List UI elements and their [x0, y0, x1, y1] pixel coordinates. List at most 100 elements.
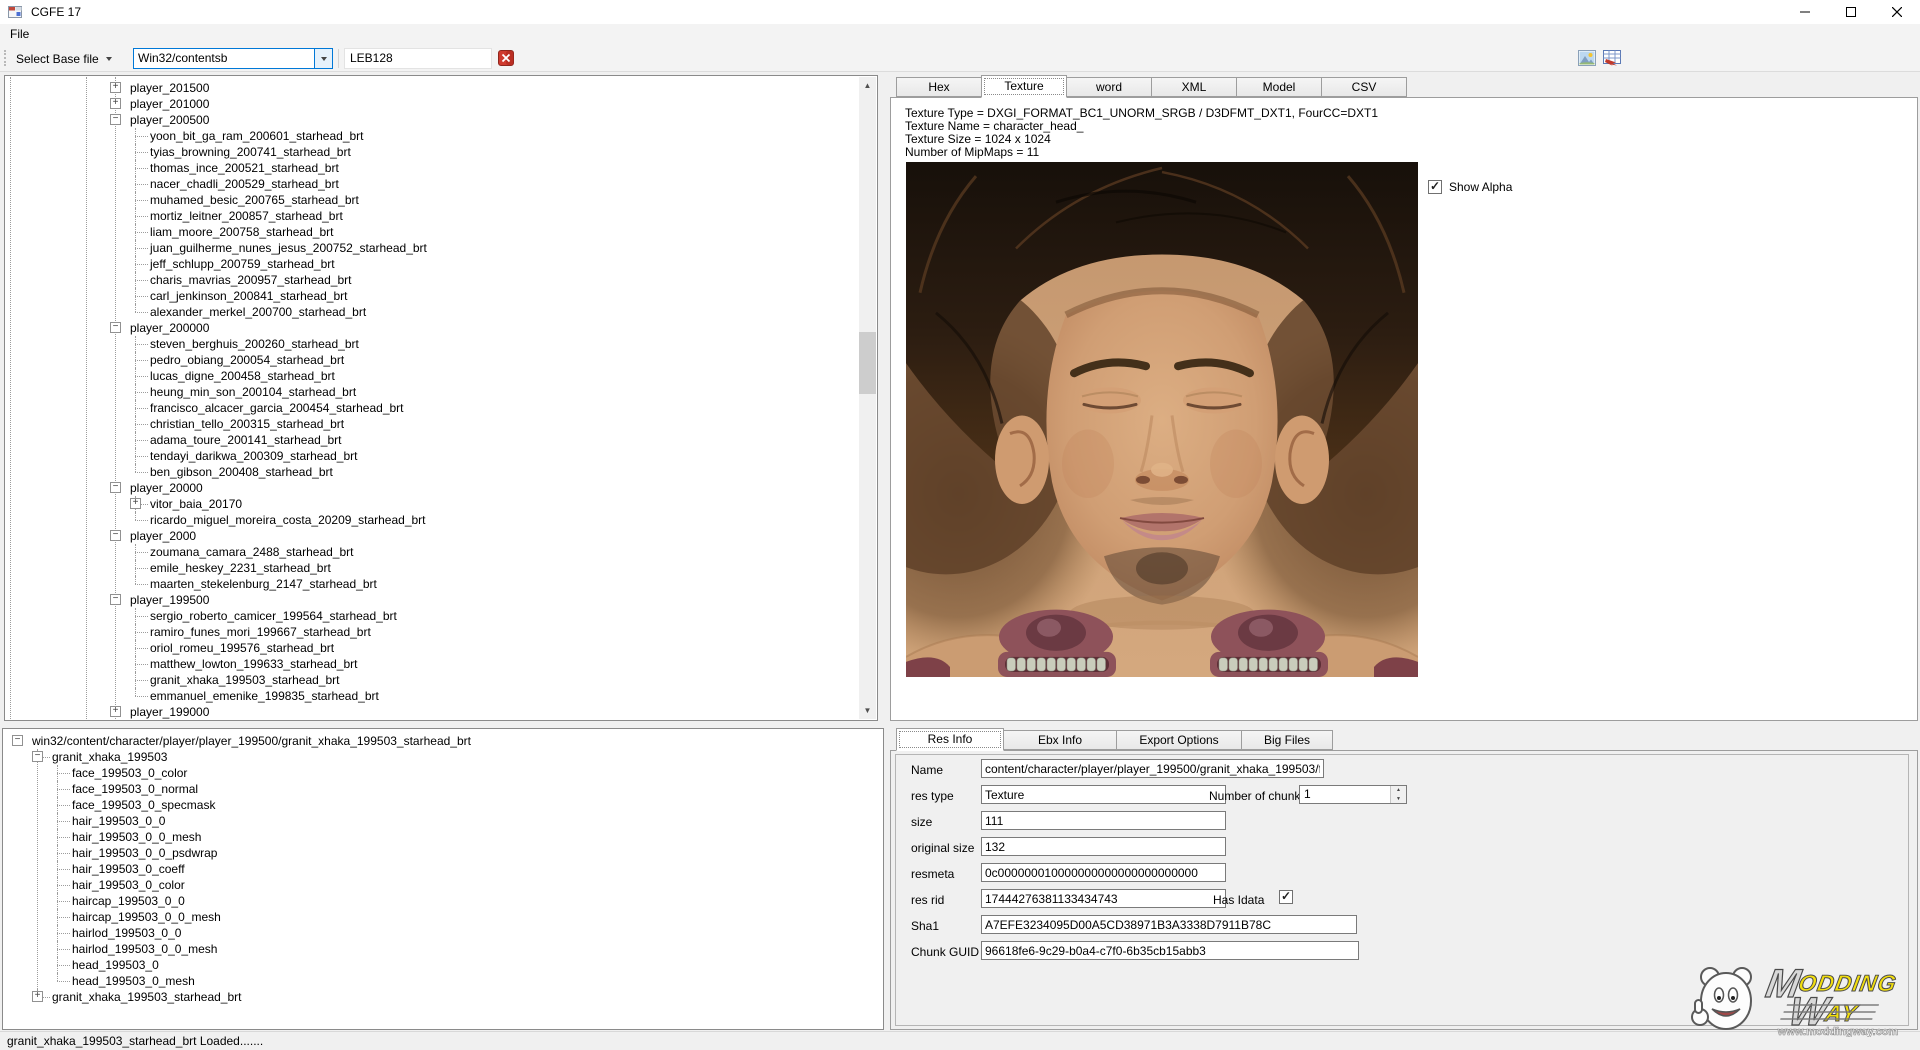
size-input[interactable] — [981, 811, 1226, 830]
export-image-icon[interactable] — [1578, 50, 1596, 66]
expand-icon[interactable]: + — [110, 98, 121, 109]
collapse-icon[interactable]: − — [110, 322, 121, 333]
tree-item[interactable]: tyias_browning_200741_starhead_brt — [6, 144, 859, 160]
vertical-scrollbar[interactable]: ▲ ▼ — [859, 77, 876, 719]
tree-item[interactable]: −granit_xhaka_199503 — [4, 749, 882, 765]
tree-item[interactable]: −player_199500 — [6, 592, 859, 608]
tree-item[interactable]: sergio_roberto_camicer_199564_starhead_b… — [6, 608, 859, 624]
spin-down-icon[interactable]: ▼ — [1391, 795, 1406, 804]
close-file-icon[interactable] — [498, 50, 514, 66]
tree-item[interactable]: liam_moore_200758_starhead_brt — [6, 224, 859, 240]
tree-item[interactable]: ramiro_funes_mori_199667_starhead_brt — [6, 624, 859, 640]
tree-item[interactable]: ricardo_miguel_moreira_costa_20209_starh… — [6, 512, 859, 528]
tab-xml[interactable]: XML — [1151, 77, 1237, 97]
tree-item[interactable]: hairlod_199503_0_0_mesh — [4, 941, 882, 957]
tree-item[interactable]: emmanuel_emenike_199835_starhead_brt — [6, 688, 859, 704]
collapse-icon[interactable]: − — [110, 114, 121, 125]
tree-item[interactable]: charis_mavrias_200957_starhead_brt — [6, 272, 859, 288]
tree-item[interactable]: −player_20000 — [6, 480, 859, 496]
tree-item[interactable]: head_199503_0_mesh — [4, 973, 882, 989]
sha1-input[interactable] — [981, 915, 1357, 934]
scroll-down-icon[interactable]: ▼ — [859, 702, 876, 719]
collapse-icon[interactable]: − — [110, 594, 121, 605]
tree-item[interactable]: −win32/content/character/player/player_1… — [4, 733, 882, 749]
tree-item[interactable]: face_199503_0_specmask — [4, 797, 882, 813]
tab-res-info[interactable]: Res Info — [896, 728, 1004, 751]
tree-item[interactable]: face_199503_0_normal — [4, 781, 882, 797]
tree-item[interactable]: mortiz_leitner_200857_starhead_brt — [6, 208, 859, 224]
tab-ebx-info[interactable]: Ebx Info — [1003, 730, 1117, 750]
number-of-chunks-stepper[interactable]: 1 ▲▼ — [1299, 785, 1407, 804]
tab-word[interactable]: word — [1066, 77, 1152, 97]
tree-item[interactable]: +player_201000 — [6, 96, 859, 112]
close-button[interactable] — [1874, 0, 1920, 24]
collapse-icon[interactable]: − — [12, 735, 23, 746]
chunk-guid-input[interactable] — [981, 941, 1359, 960]
tree-item[interactable]: jeff_schlupp_200759_starhead_brt — [6, 256, 859, 272]
tree-item[interactable]: −player_2000 — [6, 528, 859, 544]
maximize-button[interactable] — [1828, 0, 1874, 24]
original-size-input[interactable] — [981, 837, 1226, 856]
tree-item[interactable]: steven_berghuis_200260_starhead_brt — [6, 336, 859, 352]
collapse-icon[interactable]: − — [32, 751, 43, 762]
expand-icon[interactable]: + — [130, 498, 141, 509]
tree-item[interactable]: hair_199503_0_color — [4, 877, 882, 893]
tab-export-options[interactable]: Export Options — [1116, 730, 1242, 750]
export-table-icon[interactable] — [1603, 50, 1621, 66]
tree-item[interactable]: hair_199503_0_0_psdwrap — [4, 845, 882, 861]
tree-item[interactable]: christian_tello_200315_starhead_brt — [6, 416, 859, 432]
tree-item[interactable]: zoumana_camara_2488_starhead_brt — [6, 544, 859, 560]
tree-item[interactable]: maarten_stekelenburg_2147_starhead_brt — [6, 576, 859, 592]
encoding-textbox[interactable]: LEB128 — [344, 48, 492, 69]
tree-item[interactable]: face_199503_0_color — [4, 765, 882, 781]
tree-item[interactable]: emile_heskey_2231_starhead_brt — [6, 560, 859, 576]
scrollbar-thumb[interactable] — [859, 332, 876, 394]
tree-item[interactable]: francisco_alcacer_garcia_200454_starhead… — [6, 400, 859, 416]
tree-item[interactable]: tendayi_darikwa_200309_starhead_brt — [6, 448, 859, 464]
tree-item[interactable]: hair_199503_0_coeff — [4, 861, 882, 877]
tab-model[interactable]: Model — [1236, 77, 1322, 97]
tree-item[interactable]: ben_gibson_200408_starhead_brt — [6, 464, 859, 480]
tree-item[interactable]: haircap_199503_0_0_mesh — [4, 909, 882, 925]
spin-up-icon[interactable]: ▲ — [1391, 786, 1406, 795]
tree-item[interactable]: −player_200000 — [6, 320, 859, 336]
expand-icon[interactable]: + — [110, 82, 121, 93]
tree-item[interactable]: thomas_ince_200521_starhead_brt — [6, 160, 859, 176]
tree-item[interactable]: +granit_xhaka_199503_starhead_brt — [4, 989, 882, 1005]
tree-item[interactable]: lucas_digne_200458_starhead_brt — [6, 368, 859, 384]
tree-item[interactable]: yoon_bit_ga_ram_200601_starhead_brt — [6, 128, 859, 144]
tree-item[interactable]: head_199503_0 — [4, 957, 882, 973]
tab-texture[interactable]: Texture — [981, 75, 1067, 98]
tree-item[interactable]: hair_199503_0_0 — [4, 813, 882, 829]
tree-item[interactable]: alexander_merkel_200700_starhead_brt — [6, 304, 859, 320]
tree-item[interactable]: pedro_obiang_200054_starhead_brt — [6, 352, 859, 368]
select-base-file-button[interactable]: Select Base file — [10, 48, 118, 69]
minimize-button[interactable] — [1782, 0, 1828, 24]
base-file-combobox[interactable]: Win32/contentsb — [133, 48, 333, 69]
collapse-icon[interactable]: − — [110, 482, 121, 493]
scroll-up-icon[interactable]: ▲ — [859, 77, 876, 94]
tab-csv[interactable]: CSV — [1321, 77, 1407, 97]
show-alpha-option[interactable]: Show Alpha — [1428, 180, 1512, 194]
tree-item[interactable]: +vitor_baia_20170 — [6, 496, 859, 512]
tree-item[interactable]: adama_toure_200141_starhead_brt — [6, 432, 859, 448]
tree-item[interactable]: granit_xhaka_199503_starhead_brt — [6, 672, 859, 688]
name-input[interactable] — [981, 759, 1324, 778]
tree-item[interactable]: hair_199503_0_0_mesh — [4, 829, 882, 845]
tree-item[interactable]: +player_201500 — [6, 80, 859, 96]
tree-item[interactable]: nacer_chadli_200529_starhead_brt — [6, 176, 859, 192]
tree-item[interactable]: +player_199000 — [6, 704, 859, 719]
tree-item[interactable]: matthew_lowton_199633_starhead_brt — [6, 656, 859, 672]
tree-item[interactable]: muhamed_besic_200765_starhead_brt — [6, 192, 859, 208]
tree-item[interactable]: hairlod_199503_0_0 — [4, 925, 882, 941]
res-rid-input[interactable] — [981, 889, 1226, 908]
tree-item[interactable]: carl_jenkinson_200841_starhead_brt — [6, 288, 859, 304]
tree-item[interactable]: oriol_romeu_199576_starhead_brt — [6, 640, 859, 656]
expand-icon[interactable]: + — [32, 991, 43, 1002]
tab-hex[interactable]: Hex — [896, 77, 982, 97]
res-type-input[interactable] — [981, 785, 1226, 804]
tab-big-files[interactable]: Big Files — [1241, 730, 1333, 750]
show-alpha-checkbox[interactable] — [1428, 180, 1442, 194]
expand-icon[interactable]: + — [110, 706, 121, 717]
tree-item[interactable]: juan_guilherme_nunes_jesus_200752_starhe… — [6, 240, 859, 256]
